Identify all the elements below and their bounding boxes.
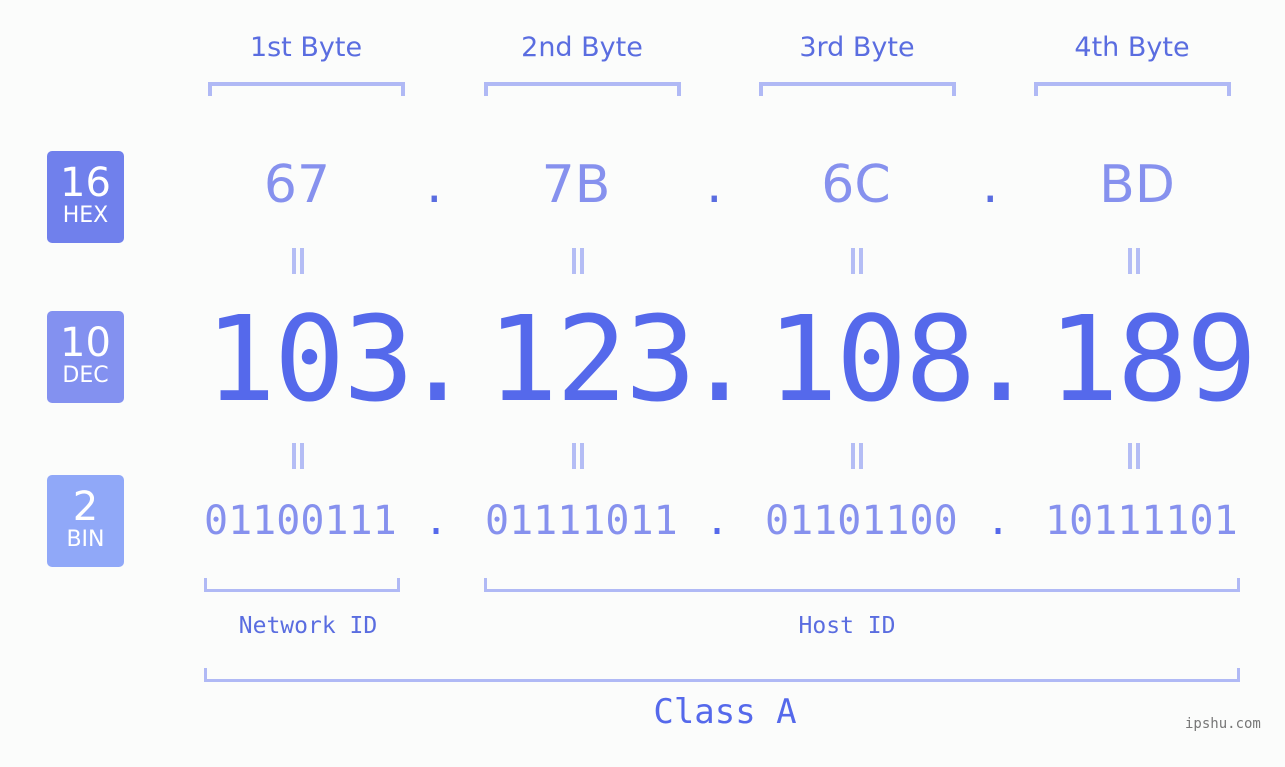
- byte-bracket-4: [1034, 82, 1231, 96]
- byte-label-3: 3rd Byte: [799, 32, 915, 63]
- equals-icon: [289, 248, 307, 274]
- bin-byte-2: 01111011: [485, 498, 678, 544]
- bin-byte-4: 10111101: [1045, 498, 1238, 544]
- dec-badge: 10 DEC: [47, 311, 124, 403]
- byte-label-2: 2nd Byte: [521, 32, 643, 63]
- class-bracket: [204, 668, 1240, 682]
- bin-byte-3: 01101100: [765, 498, 958, 544]
- dec-byte-2: 123: [487, 290, 696, 428]
- hex-byte-2: 7B: [541, 155, 611, 215]
- dec-separator: .: [966, 290, 1037, 428]
- equals-icon: [569, 443, 587, 469]
- dec-byte-4: 189: [1048, 290, 1257, 428]
- hex-byte-1: 67: [263, 155, 331, 215]
- byte-bracket-3: [759, 82, 956, 96]
- bin-separator: .: [986, 498, 1011, 544]
- byte-label-4: 4th Byte: [1074, 32, 1190, 63]
- bin-byte-1: 01100111: [204, 498, 397, 544]
- host-id-bracket: [484, 578, 1240, 592]
- dec-byte-1: 103: [205, 290, 414, 428]
- bin-separator: .: [705, 498, 730, 544]
- bin-badge-label: BIN: [66, 527, 105, 552]
- hex-separator: .: [982, 155, 999, 215]
- network-id-label: Network ID: [238, 613, 378, 639]
- byte-bracket-2: [484, 82, 681, 96]
- byte-label-1: 1st Byte: [249, 32, 363, 63]
- hex-separator: .: [706, 155, 723, 215]
- bin-separator: .: [424, 498, 449, 544]
- watermark: ipshu.com: [1185, 716, 1261, 732]
- hex-badge-label: HEX: [62, 203, 109, 228]
- dec-badge-number: 10: [60, 320, 111, 366]
- hex-byte-4: BD: [1099, 155, 1175, 215]
- equals-icon: [289, 443, 307, 469]
- hex-byte-3: 6C: [821, 155, 891, 215]
- equals-icon: [848, 443, 866, 469]
- bin-badge-number: 2: [72, 484, 99, 530]
- equals-icon: [1125, 248, 1143, 274]
- dec-separator: .: [684, 290, 755, 428]
- hex-badge-number: 16: [60, 160, 111, 206]
- class-label: Class A: [653, 692, 797, 732]
- dec-byte-3: 108: [767, 290, 976, 428]
- hex-separator: .: [426, 155, 443, 215]
- bin-badge: 2 BIN: [47, 475, 124, 567]
- equals-icon: [569, 248, 587, 274]
- byte-bracket-1: [208, 82, 405, 96]
- dec-separator: .: [402, 290, 473, 428]
- network-id-bracket: [204, 578, 400, 592]
- host-id-label: Host ID: [798, 613, 896, 639]
- dec-badge-label: DEC: [62, 363, 109, 388]
- equals-icon: [848, 248, 866, 274]
- equals-icon: [1125, 443, 1143, 469]
- hex-badge: 16 HEX: [47, 151, 124, 243]
